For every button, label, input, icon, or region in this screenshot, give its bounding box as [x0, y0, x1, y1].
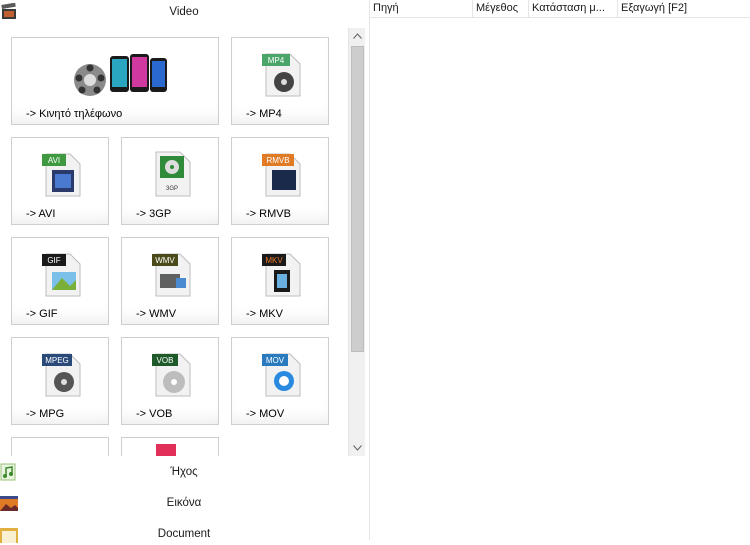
- tile-label: -> MP4: [246, 108, 282, 120]
- scroll-thumb[interactable]: [351, 46, 364, 352]
- badge-text: WMV: [155, 256, 175, 265]
- column-header: Πηγή Μέγεθος Κατάσταση μ... Εξαγωγή [F2]: [370, 0, 750, 18]
- mov-file-icon: MOV: [260, 350, 304, 398]
- vertical-scrollbar[interactable]: [348, 28, 365, 456]
- mobile-phone-film-icon: [70, 50, 170, 98]
- tile-label: -> WMV: [136, 308, 176, 320]
- tile-3gp[interactable]: 3GP -> 3GP: [121, 137, 219, 225]
- tile-gif[interactable]: GIF -> GIF: [11, 237, 109, 325]
- category-video-header[interactable]: Video: [0, 1, 368, 23]
- tile-wmv[interactable]: WMV -> WMV: [121, 237, 219, 325]
- tile-avi[interactable]: AVI -> AVI: [11, 137, 109, 225]
- badge-text: VOB: [157, 356, 174, 365]
- tile-mov[interactable]: MOV -> MOV: [231, 337, 329, 425]
- avi-file-icon: AVI: [40, 150, 84, 198]
- 3gp-file-icon: 3GP: [150, 150, 194, 198]
- tile-mobile[interactable]: -> Κινητό τηλέφωνο: [11, 37, 219, 125]
- tile-label: -> MKV: [246, 308, 283, 320]
- category-document-label: Document: [0, 528, 368, 540]
- tile-mpg[interactable]: MPEG -> MPG: [11, 337, 109, 425]
- category-image-header[interactable]: Εικόνα: [0, 492, 368, 514]
- tile-label: -> RMVB: [246, 208, 291, 220]
- category-image-label: Εικόνα: [0, 497, 368, 509]
- tile-label: -> VOB: [136, 408, 172, 420]
- category-document-header[interactable]: Document: [0, 523, 368, 545]
- tile-mkv[interactable]: MKV -> MKV: [231, 237, 329, 325]
- tile-vob[interactable]: VOB -> VOB: [121, 337, 219, 425]
- scroll-down-arrow-icon[interactable]: [349, 440, 365, 456]
- gif-file-icon: GIF: [40, 250, 84, 298]
- vob-file-icon: VOB: [150, 350, 194, 398]
- tile-partial-1[interactable]: [11, 437, 109, 456]
- category-audio-header[interactable]: Ήχος: [0, 461, 368, 483]
- column-status[interactable]: Κατάσταση μ...: [529, 0, 618, 17]
- tile-label: -> AVI: [26, 208, 55, 220]
- rmvb-file-icon: RMVB: [260, 150, 304, 198]
- category-video-label: Video: [0, 6, 368, 18]
- left-pane: Video -> Κινητό τηλέφωνο: [0, 0, 368, 540]
- badge-text: MP4: [268, 56, 285, 65]
- badge-text: MKV: [265, 256, 283, 265]
- tile-label: -> Κινητό τηλέφωνο: [26, 108, 122, 120]
- tile-label: -> 3GP: [136, 208, 171, 220]
- badge-text: MOV: [266, 356, 285, 365]
- tile-label: -> MOV: [246, 408, 284, 420]
- mkv-file-icon: MKV: [260, 250, 304, 298]
- column-source[interactable]: Πηγή: [370, 0, 473, 17]
- category-audio-label: Ήχος: [0, 466, 368, 478]
- tile-label: -> GIF: [26, 308, 57, 320]
- scroll-up-arrow-icon[interactable]: [349, 28, 365, 44]
- file-list-pane[interactable]: Πηγή Μέγεθος Κατάσταση μ... Εξαγωγή [F2]: [369, 0, 750, 540]
- wmv-file-icon: WMV: [150, 250, 194, 298]
- tile-mp4[interactable]: MP4 -> MP4: [231, 37, 329, 125]
- badge-text: RMVB: [266, 156, 289, 165]
- format-grid: -> Κινητό τηλέφωνο MP4 -> MP4 AVI -> AVI: [0, 28, 347, 456]
- tile-partial-2[interactable]: [121, 437, 219, 456]
- mp4-file-icon: MP4: [260, 50, 304, 98]
- badge-text: AVI: [48, 156, 60, 165]
- badge-text: GIF: [47, 256, 60, 265]
- tile-label: -> MPG: [26, 408, 64, 420]
- tile-rmvb[interactable]: RMVB -> RMVB: [231, 137, 329, 225]
- file-icon-partial: [156, 444, 176, 456]
- column-export[interactable]: Εξαγωγή [F2]: [618, 0, 750, 17]
- badge-text: MPEG: [45, 356, 69, 365]
- mpeg-file-icon: MPEG: [40, 350, 84, 398]
- badge-text: 3GP: [166, 186, 178, 192]
- column-size[interactable]: Μέγεθος: [473, 0, 529, 17]
